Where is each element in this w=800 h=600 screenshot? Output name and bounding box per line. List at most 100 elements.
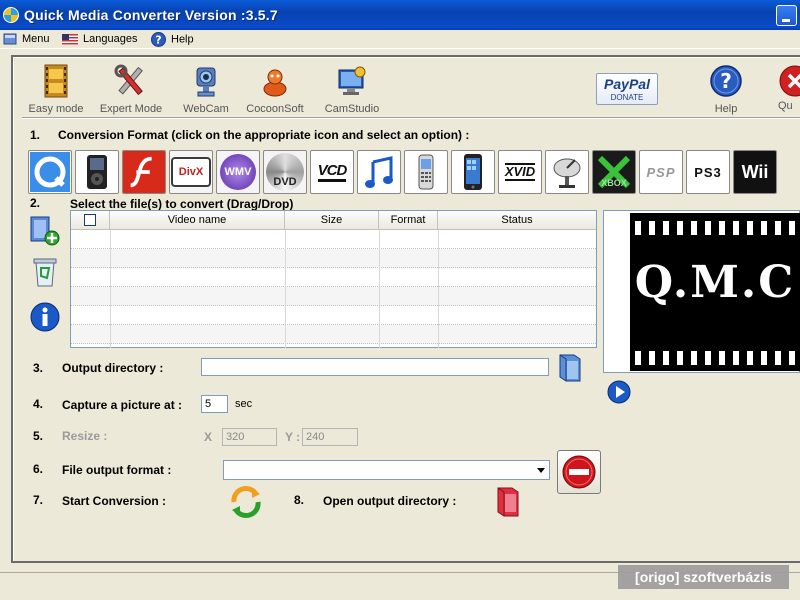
step6-label: File output format : bbox=[62, 463, 172, 477]
format-flash[interactable] bbox=[122, 150, 166, 194]
quit-button[interactable]: Qu bbox=[778, 64, 800, 112]
menu-languages-label: Languages bbox=[83, 33, 138, 45]
col-divider bbox=[379, 230, 380, 348]
title-bar: Quick Media Converter Version :3.5.7 bbox=[0, 0, 800, 30]
format-psp[interactable]: PSP bbox=[639, 150, 683, 194]
step1-number: 1. bbox=[30, 128, 41, 142]
table-row[interactable] bbox=[71, 287, 596, 306]
iphone-icon bbox=[464, 154, 482, 190]
format-dvd[interactable]: DVD bbox=[263, 150, 307, 194]
tools-icon bbox=[114, 64, 143, 96]
table-body bbox=[71, 230, 596, 348]
minimize-button[interactable] bbox=[776, 5, 797, 26]
webcam-button[interactable]: WebCam bbox=[180, 64, 232, 115]
capture-unit: sec bbox=[235, 398, 253, 410]
satellite-dish-icon bbox=[553, 158, 581, 188]
step5-number: 5. bbox=[33, 429, 44, 443]
step2-number: 2. bbox=[30, 196, 41, 210]
monitor-icon bbox=[338, 66, 366, 95]
add-file-icon[interactable] bbox=[28, 213, 62, 247]
app-menu-icon bbox=[3, 33, 17, 45]
menu-help[interactable]: ? Help bbox=[151, 32, 194, 48]
help-button[interactable]: ? Help bbox=[702, 64, 750, 115]
format-vcd[interactable]: VCD bbox=[310, 150, 354, 194]
music-note-icon bbox=[365, 156, 393, 188]
format-quicktime[interactable] bbox=[28, 150, 72, 194]
divx-icon: DivX bbox=[171, 157, 211, 187]
app-icon[interactable] bbox=[3, 7, 19, 23]
table-row[interactable] bbox=[71, 306, 596, 325]
col-status[interactable]: Status bbox=[438, 211, 596, 230]
paypal-donate-button[interactable]: PayPal DONATE bbox=[596, 73, 658, 105]
format-xbox[interactable]: XBOX bbox=[592, 150, 636, 194]
menu-menu[interactable]: Menu bbox=[3, 32, 50, 48]
expert-mode-button[interactable]: Expert Mode bbox=[98, 64, 164, 115]
help-question-icon: ? bbox=[151, 32, 166, 47]
preview-logo-text: Q.M.C bbox=[634, 257, 796, 308]
format-ipod[interactable] bbox=[75, 150, 119, 194]
col-video-name[interactable]: Video name bbox=[110, 211, 285, 230]
play-icon[interactable] bbox=[607, 380, 631, 404]
format-music[interactable] bbox=[357, 150, 401, 194]
format-wmv[interactable]: WMV bbox=[216, 150, 260, 194]
col-divider bbox=[438, 230, 439, 348]
col-divider bbox=[110, 230, 111, 348]
quicktime-icon bbox=[30, 152, 70, 192]
menu-help-label: Help bbox=[171, 33, 194, 46]
step1-label: Conversion Format (click on the appropri… bbox=[58, 128, 470, 142]
cocoonsoft-button[interactable]: CocoonSoft bbox=[244, 64, 306, 115]
cocoonsoft-icon bbox=[263, 69, 287, 97]
recycle-bin-icon[interactable] bbox=[30, 254, 60, 288]
col-divider bbox=[285, 230, 286, 348]
psp-icon: PSP bbox=[646, 164, 676, 180]
info-icon[interactable] bbox=[29, 301, 61, 333]
col-size[interactable]: Size bbox=[285, 211, 379, 230]
format-xvid[interactable]: XVID bbox=[498, 150, 542, 194]
step2-label: Select the file(s) to convert (Drag/Drop… bbox=[70, 197, 294, 211]
col-format[interactable]: Format bbox=[379, 211, 438, 230]
camstudio-label: CamStudio bbox=[324, 103, 380, 115]
cancel-button[interactable] bbox=[557, 450, 601, 494]
mobile-phone-icon bbox=[418, 154, 434, 190]
vcd-icon: VCD bbox=[317, 162, 347, 182]
menu-menu-label: Menu bbox=[22, 33, 50, 45]
film-strip-icon bbox=[44, 64, 68, 98]
toolbar-divider bbox=[22, 117, 800, 119]
ps3-icon: PS3 bbox=[694, 164, 722, 180]
format-mobile[interactable] bbox=[404, 150, 448, 194]
flash-icon bbox=[123, 151, 165, 193]
table-row[interactable] bbox=[71, 268, 596, 287]
step5-label: Resize : bbox=[62, 429, 108, 443]
table-row[interactable] bbox=[71, 230, 596, 249]
step4-label: Capture a picture at : bbox=[62, 398, 183, 412]
dropdown-button[interactable] bbox=[533, 461, 549, 479]
table-row[interactable] bbox=[71, 325, 596, 344]
open-folder-icon[interactable] bbox=[494, 486, 524, 518]
paypal-logo: PayPal bbox=[604, 76, 650, 92]
format-divx[interactable]: DivX bbox=[169, 150, 213, 194]
file-list-table[interactable]: Video name Size Format Status bbox=[70, 210, 597, 348]
output-format-select[interactable] bbox=[223, 460, 550, 480]
output-directory-input[interactable] bbox=[201, 358, 549, 376]
capture-time-input[interactable]: 5 bbox=[201, 395, 228, 413]
table-row[interactable] bbox=[71, 249, 596, 268]
select-all-checkbox[interactable] bbox=[84, 214, 96, 227]
quit-label: Qu bbox=[778, 100, 793, 112]
start-conversion-icon[interactable] bbox=[228, 484, 264, 520]
format-wii[interactable]: Wii bbox=[733, 150, 777, 194]
resize-x-input[interactable]: 320 bbox=[222, 428, 277, 446]
format-iphone[interactable] bbox=[451, 150, 495, 194]
us-flag-icon bbox=[62, 33, 78, 45]
resize-y-input[interactable]: 240 bbox=[302, 428, 358, 446]
stop-icon bbox=[562, 455, 596, 489]
easy-mode-button[interactable]: Easy mode bbox=[26, 64, 86, 115]
format-ps3[interactable]: PS3 bbox=[686, 150, 730, 194]
paypal-donate-text: DONATE bbox=[610, 93, 644, 102]
resize-x-label: X bbox=[204, 430, 213, 444]
format-satellite[interactable] bbox=[545, 150, 589, 194]
watermark: [origo] szoftverbázis bbox=[618, 565, 789, 589]
camstudio-button[interactable]: CamStudio bbox=[322, 64, 382, 115]
easy-mode-label: Easy mode bbox=[28, 103, 84, 115]
menu-languages[interactable]: Languages bbox=[62, 32, 137, 48]
browse-folder-icon[interactable] bbox=[556, 353, 584, 383]
